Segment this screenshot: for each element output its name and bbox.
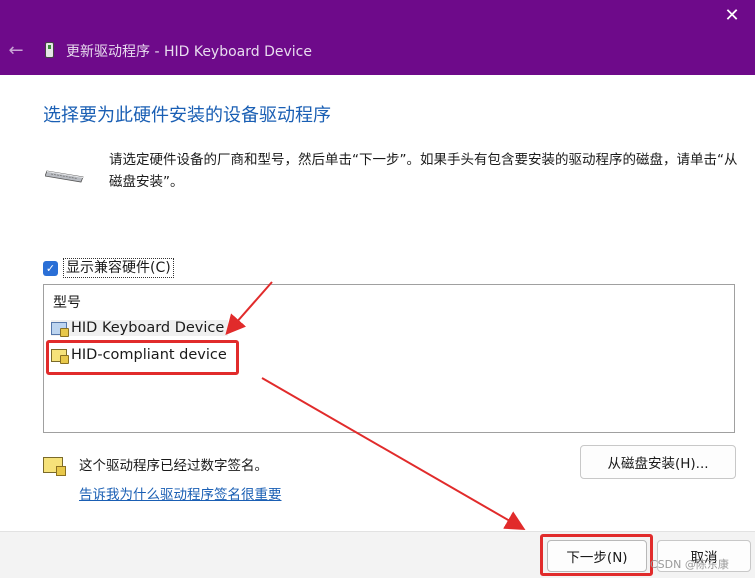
device-manager-icon xyxy=(45,42,54,58)
back-arrow-icon[interactable]: ← xyxy=(8,40,23,61)
watermark: CSDN @陈东康 xyxy=(650,558,729,571)
check-icon: ✓ xyxy=(45,261,56,275)
signed-status-text: 这个驱动程序已经过数字签名。 xyxy=(79,458,268,474)
compatible-checkbox[interactable]: ✓ xyxy=(43,260,58,276)
close-button[interactable]: ✕ xyxy=(709,0,755,30)
annotation-highlight-box xyxy=(540,534,653,576)
title-bar: ✕ ← 更新驱动程序 - HID Keyboard Device xyxy=(0,0,755,75)
model-list-header: 型号 xyxy=(53,295,81,311)
back-button[interactable]: ← xyxy=(4,38,28,62)
model-item-label: HID Keyboard Device xyxy=(71,320,225,336)
compatible-checkbox-label[interactable]: 显示兼容硬件(C) xyxy=(63,258,174,278)
signed-driver-icon xyxy=(43,457,66,476)
show-compatible-hardware[interactable]: ✓ 显示兼容硬件(C) xyxy=(43,258,174,278)
driver-icon xyxy=(51,321,69,337)
keyboard-icon xyxy=(45,170,84,183)
close-icon[interactable]: ✕ xyxy=(724,5,739,26)
model-item-hid-keyboard-device[interactable]: HID Keyboard Device xyxy=(51,320,229,337)
why-signing-matters-link[interactable]: 告诉我为什么驱动程序签名很重要 xyxy=(79,483,282,503)
have-disk-button[interactable]: 从磁盘安装(H)... xyxy=(580,445,736,479)
page-heading: 选择要为此硬件安装的设备驱动程序 xyxy=(43,105,331,126)
annotation-highlight-box xyxy=(46,340,239,375)
intro-text: 请选定硬件设备的厂商和型号，然后单击“下一步”。如果手头有包含要安装的驱动程序的… xyxy=(109,152,738,190)
window-title: 更新驱动程序 - HID Keyboard Device xyxy=(66,44,312,60)
